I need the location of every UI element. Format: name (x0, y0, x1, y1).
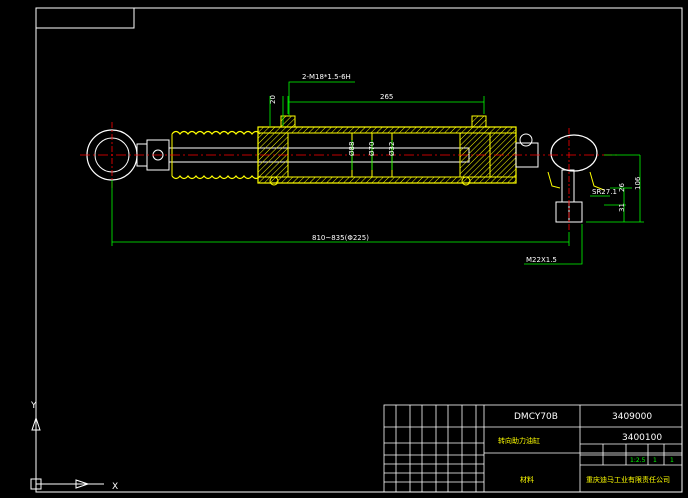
dimensions (111, 81, 644, 265)
right-ball-joint-end (515, 133, 605, 223)
tb-material-label: 材料 (520, 475, 534, 484)
dim-m22: M22X1.5 (526, 256, 557, 264)
tb-scale: 1:2.5 (630, 457, 646, 464)
dim-106: 106 (634, 176, 642, 190)
dim-thread-spec: 2-M18*1.5-6H (302, 73, 351, 81)
dim-265: 265 (380, 93, 393, 101)
dim-d70: Ø70 (368, 142, 376, 156)
cylinder-barrel (257, 115, 517, 186)
dim-d32: Ø32 (388, 142, 396, 156)
dim-31: 31 (618, 203, 626, 212)
dim-sr27: SR27.1 (592, 188, 617, 196)
cad-drawing-canvas[interactable]: 2-M18*1.5-6H 20 265 Ø88 Ø70 Ø32 810~835(… (0, 0, 688, 498)
tb-drawing-no: 3409000 (612, 412, 652, 422)
dim-810-835: 810~835(Φ225) (312, 234, 369, 242)
tb-part-no: 3400100 (622, 433, 662, 443)
tb-part-name: 转向助力油缸 (498, 436, 540, 445)
cylinder-assembly (80, 115, 620, 232)
dim-d88: Ø88 (348, 142, 356, 156)
tb-company: 重庆迪马工业有限责任公司 (586, 475, 670, 484)
tb-sheet-total: 1 (670, 457, 674, 464)
dim-20: 20 (269, 95, 277, 104)
svg-text:X: X (112, 482, 118, 492)
ucs-icon: Y X (30, 401, 118, 492)
drawing-frame (35, 7, 683, 493)
tb-model: DMCY70B (514, 412, 558, 422)
tb-sheet-count: 1 (653, 457, 657, 464)
dim-26: 26 (618, 183, 626, 192)
svg-text:Y: Y (30, 401, 37, 411)
